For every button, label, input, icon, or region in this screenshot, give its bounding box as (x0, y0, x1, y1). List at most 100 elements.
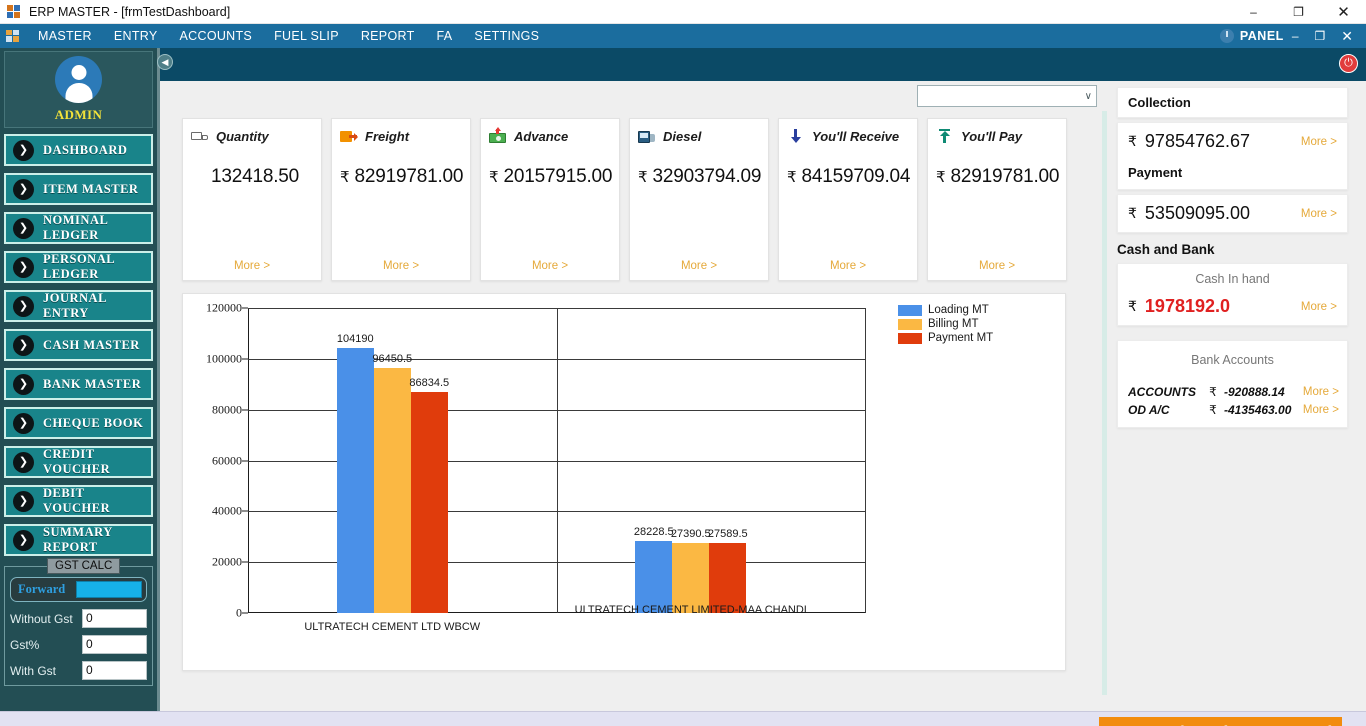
sidebar-collapse-button[interactable]: ◀ (157, 52, 173, 72)
freight-icon (340, 129, 358, 144)
chart-bar[interactable]: 104190 (336, 333, 374, 613)
window-close-button[interactable]: ✕ (1321, 0, 1366, 24)
sidebar-item-bank-master[interactable]: ❯ BANK MASTER (4, 368, 153, 400)
chart-x-category-label: ULTRATECH CEMENT LIMITED-MAA CHANDI (574, 604, 807, 616)
bank-name: OD A/C (1128, 403, 1170, 417)
payment-amount-card[interactable]: ₹ 53509095.00 More > (1117, 194, 1348, 233)
chart-legend-item[interactable]: Loading MT (898, 304, 993, 316)
sidebar-item-journal-entry[interactable]: ❯ JOURNAL ENTRY (4, 290, 153, 322)
kpi-card-youll-pay[interactable]: You'll Pay ₹ 82919781.00 More > (927, 118, 1067, 281)
bank-row-od-ac[interactable]: OD A/C ₹ -4135463.00 More > (1118, 401, 1347, 419)
arrow-up-icon (936, 129, 954, 144)
sidebar-item-label: CREDIT VOUCHER (43, 447, 111, 476)
chart-legend-swatch (898, 332, 922, 344)
menu-item-fa[interactable]: FA (426, 26, 464, 46)
kpi-more-link[interactable]: More > (489, 260, 611, 272)
cash-in-hand-more-link[interactable]: More > (1295, 301, 1337, 313)
payment-amount: 53509095.00 (1144, 203, 1251, 223)
kpi-header: Freight (340, 129, 462, 144)
chevron-down-icon: ∨ (1084, 90, 1092, 102)
window-minimize-button[interactable]: – (1231, 0, 1276, 24)
gst-percent-input[interactable]: 0 (82, 635, 147, 654)
sidebar-item-nominal-ledger[interactable]: ❯ NOMINAL LEDGER (4, 212, 153, 244)
kpi-more-link[interactable]: More > (936, 260, 1058, 272)
gst-with-input[interactable]: 0 (82, 661, 147, 680)
chart-category-divider (556, 308, 558, 613)
gst-without-label: Without Gst (10, 611, 73, 626)
kpi-more-link[interactable]: More > (340, 260, 462, 272)
menu-item-accounts[interactable]: ACCOUNTS (169, 26, 264, 46)
kpi-card-advance[interactable]: Advance ₹ 20157915.00 More > (480, 118, 620, 281)
menu-item-entry[interactable]: ENTRY (103, 26, 169, 46)
menu-item-settings[interactable]: SETTINGS (463, 26, 550, 46)
kpi-header: Diesel (638, 129, 760, 144)
collection-more-link[interactable]: More > (1295, 136, 1337, 148)
kpi-value: 82919781.00 (354, 166, 464, 187)
menu-item-fuel-slip[interactable]: FUEL SLIP (263, 26, 350, 46)
rupee-symbol: ₹ (1128, 133, 1137, 149)
cash-in-hand-card[interactable]: Cash In hand ₹ 1978192.0 More > (1117, 263, 1348, 326)
window-maximize-button[interactable]: ❐ (1276, 0, 1321, 24)
chart-bar[interactable]: 28228.5 (634, 526, 674, 613)
collection-amount: 97854762.67 (1144, 131, 1251, 151)
truck-icon (191, 129, 209, 144)
chart-plot-right-edge (865, 308, 866, 613)
gst-without-input[interactable]: 0 (82, 609, 147, 628)
gst-forward-input[interactable] (76, 581, 142, 598)
chevron-right-icon: ❯ (13, 217, 34, 239)
mdi-restore-button[interactable]: ❐ (1307, 29, 1334, 43)
chart-legend-item[interactable]: Payment MT (898, 332, 993, 344)
chevron-right-icon: ❯ (13, 139, 34, 161)
chart-y-tick-mark (242, 358, 248, 360)
kpi-value-row: 132418.50 (191, 166, 313, 188)
dashboard-content: ⏻ ∨ Quantity 132418.50 More > Freight ₹ … (157, 48, 1366, 711)
bank-more-link[interactable]: More > (1303, 404, 1339, 416)
mdi-close-button[interactable]: ✕ (1333, 28, 1362, 45)
cash-in-hand-row: ₹ 1978192.0 More > (1118, 288, 1347, 325)
chart-legend-label: Payment MT (928, 332, 994, 344)
sidebar-item-cash-master[interactable]: ❯ CASH MASTER (4, 329, 153, 361)
bank-more-link[interactable]: More > (1303, 386, 1339, 398)
menu-item-master[interactable]: MASTER (27, 26, 103, 46)
kpi-card-youll-receive[interactable]: You'll Receive ₹ 84159709.04 More > (778, 118, 918, 281)
chart-bar[interactable]: 27390.5 (671, 528, 711, 613)
mdi-minimize-button[interactable]: – (1284, 29, 1307, 43)
kpi-more-link[interactable]: More > (787, 260, 909, 272)
sidebar-item-dashboard[interactable]: ❯ DASHBOARD (4, 134, 153, 166)
kpi-more-link[interactable]: More > (191, 260, 313, 272)
chart-legend-item[interactable]: Billing MT (898, 318, 993, 330)
bank-amount: -4135463.00 (1224, 403, 1292, 417)
sidebar-item-item-master[interactable]: ❯ ITEM MASTER (4, 173, 153, 205)
chevron-left-icon: ◀ (157, 54, 173, 70)
chart-bar[interactable]: 96450.5 (372, 353, 412, 613)
menu-app-icon (6, 29, 21, 43)
rupee-symbol: ₹ (1128, 205, 1137, 221)
kpi-value-row: ₹ 32903794.09 (638, 166, 761, 188)
power-icon[interactable]: ⏻ (1339, 54, 1358, 73)
panel-label: PANEL (1239, 29, 1284, 43)
gst-row-with-gst: With Gst 0 (10, 661, 147, 680)
kpi-card-quantity[interactable]: Quantity 132418.50 More > (182, 118, 322, 281)
chart-y-tick-mark (242, 561, 248, 563)
sidebar-item-personal-ledger[interactable]: ❯ PERSONAL LEDGER (4, 251, 153, 283)
chart-y-tick-label: 120000 (206, 300, 242, 315)
collection-amount-card[interactable]: ₹ 97854762.67 More > Payment (1117, 122, 1348, 190)
bank-row-accounts[interactable]: ACCOUNTS ₹ -920888.14 More > (1118, 383, 1347, 401)
kpi-card-freight[interactable]: Freight ₹ 82919781.00 More > (331, 118, 471, 281)
sidebar-item-cheque-book[interactable]: ❯ CHEQUE BOOK (4, 407, 153, 439)
dashboard-main: ∨ Quantity 132418.50 More > Freight ₹ 82… (160, 81, 1366, 711)
kpi-more-link[interactable]: More > (638, 260, 760, 272)
chart-y-tick-label: 60000 (212, 453, 242, 467)
sidebar-item-credit-voucher[interactable]: ❯ CREDIT VOUCHER (4, 446, 153, 478)
sidebar-item-debit-voucher[interactable]: ❯ DEBIT VOUCHER (4, 485, 153, 517)
chart-bar[interactable]: 27589.5 (708, 528, 748, 613)
kpi-card-diesel[interactable]: Diesel ₹ 32903794.09 More > (629, 118, 769, 281)
gst-calc-legend: GST CALC (47, 558, 121, 574)
chart-bar[interactable]: 86834.5 (409, 377, 449, 613)
sidebar-item-summary-report[interactable]: ❯ SUMMARY REPORT (4, 524, 153, 556)
payment-more-link[interactable]: More > (1295, 208, 1337, 220)
rupee-symbol: ₹ (340, 169, 350, 186)
dashboard-left-column: ∨ Quantity 132418.50 More > Freight ₹ 82… (160, 81, 1101, 711)
menu-item-report[interactable]: REPORT (350, 26, 426, 46)
company-filter-select[interactable]: ∨ (917, 85, 1097, 107)
